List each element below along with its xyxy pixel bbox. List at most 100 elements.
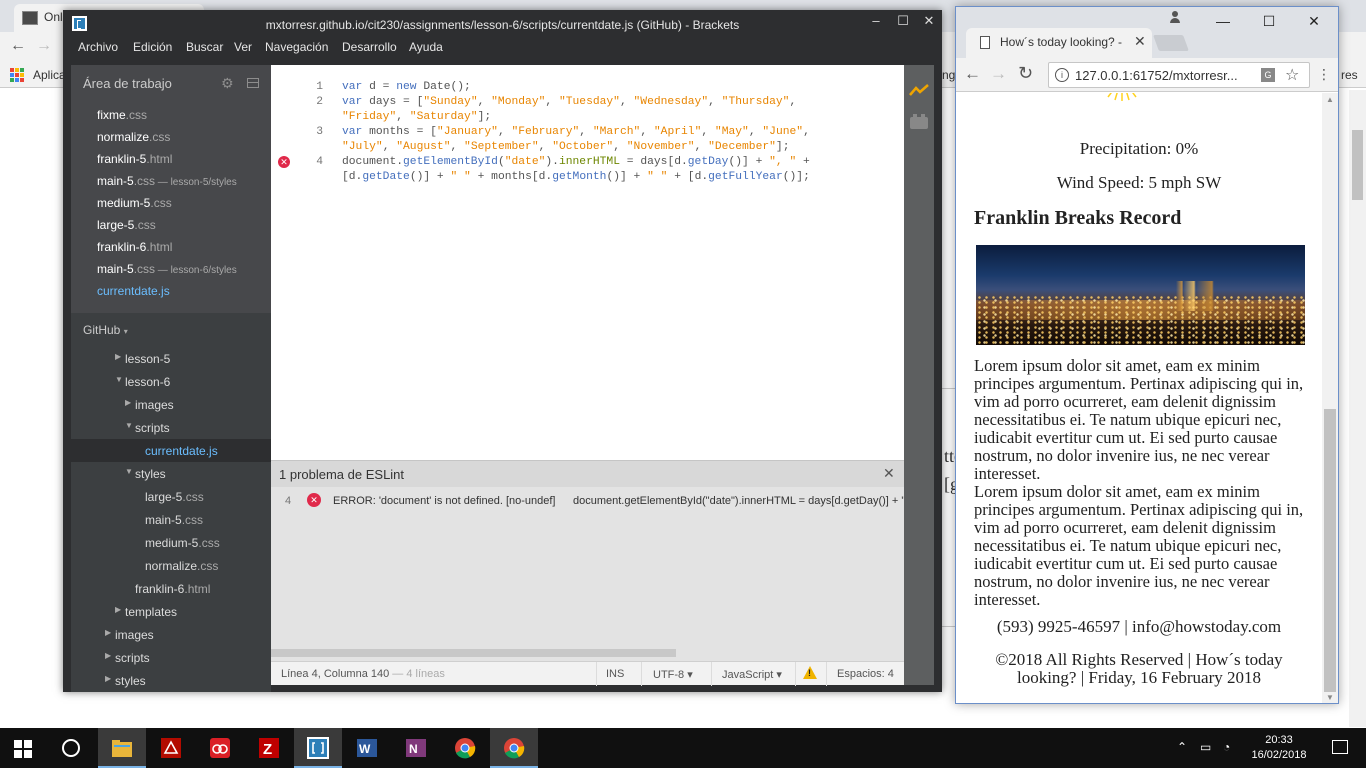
bookmark-fragment[interactable]: ng	[942, 68, 955, 82]
reload-icon[interactable]: ↻	[1018, 63, 1033, 84]
vertical-scrollbar[interactable]: ▲ ▼	[1322, 93, 1338, 703]
code-line[interactable]: 4 document.getElementById("date").innerHT…	[271, 156, 904, 171]
chrome-menu-icon[interactable]: ⋮	[1317, 66, 1331, 83]
maximize-button[interactable]: ☐	[1254, 13, 1284, 30]
scroll-down-icon[interactable]: ▼	[1326, 693, 1334, 702]
bookmark-star-icon[interactable]: ☆	[1285, 65, 1299, 85]
live-preview-icon[interactable]	[909, 83, 929, 97]
tree-file[interactable]: franklin-6.html	[71, 577, 271, 600]
tree-folder[interactable]: ▼ styles	[71, 462, 271, 485]
code-editor[interactable]: ✕ 1 var d = new Date(); 2 var days = ["Sund…	[271, 65, 904, 460]
taskbar-filezilla[interactable]: Z	[245, 728, 293, 768]
menu-buscar[interactable]: Buscar	[186, 40, 223, 54]
cortana-icon[interactable]	[62, 739, 80, 757]
close-button[interactable]: ✕	[1299, 13, 1329, 30]
menu-navegacion[interactable]: Navegación	[265, 40, 328, 54]
working-set-file[interactable]: franklin-5.html	[71, 147, 271, 169]
scroll-up-icon[interactable]: ▲	[1326, 95, 1334, 104]
title-bar[interactable]: mxtorresr.github.io/cit230/assignments/l…	[63, 10, 942, 38]
info-icon[interactable]: i	[1055, 68, 1069, 82]
menu-ver[interactable]: Ver	[234, 40, 252, 54]
chevron-up-icon[interactable]: ⌃	[1177, 740, 1187, 754]
minimize-button[interactable]: —	[1208, 13, 1238, 29]
tree-file[interactable]: normalize.css	[71, 554, 271, 577]
menu-archivo[interactable]: Archivo	[78, 40, 118, 54]
tree-folder[interactable]: ▶ templates	[71, 600, 271, 623]
extension-manager-icon[interactable]	[910, 114, 928, 129]
tree-file[interactable]: main-5.css	[71, 508, 271, 531]
profile-icon[interactable]	[1168, 10, 1182, 24]
working-set-file[interactable]: franklin-6.html	[71, 235, 271, 257]
tree-file[interactable]: currentdate.js	[71, 439, 271, 462]
working-set-file[interactable]: fixme.css	[71, 103, 271, 125]
tree-folder[interactable]: ▶ scripts	[71, 646, 271, 669]
taskbar-chrome-2[interactable]	[490, 728, 538, 768]
notification-icon[interactable]	[1332, 740, 1348, 754]
indent-spaces[interactable]: Espacios: 4	[837, 668, 894, 680]
scrollbar-thumb[interactable]	[1324, 409, 1336, 692]
bookmark-fragment[interactable]: res	[1341, 68, 1358, 82]
battery-icon[interactable]: ▭	[1200, 740, 1211, 754]
apps-bookmark-label[interactable]: Aplica	[33, 68, 66, 82]
code-line[interactable]: 2 var days = ["Sunday", "Monday", "Tuesda…	[271, 96, 904, 111]
background-scrollbar[interactable]	[1349, 90, 1366, 727]
tree-folder[interactable]: ▼ lesson-6	[71, 370, 271, 393]
code-line[interactable]: 1 var d = new Date();	[271, 81, 904, 96]
taskbar-chrome[interactable]	[441, 728, 489, 768]
close-button[interactable]: ✕	[917, 13, 941, 33]
menu-desarrollo[interactable]: Desarrollo	[342, 40, 397, 54]
minimize-button[interactable]: –	[864, 13, 888, 33]
new-tab-button[interactable]	[1153, 35, 1189, 51]
overwrite-mode-toggle[interactable]: INS	[606, 668, 624, 680]
back-arrow-icon[interactable]: ←	[10, 37, 26, 55]
code-line[interactable]: "Friday", "Saturday"];	[271, 111, 904, 126]
translate-icon[interactable]: G	[1261, 68, 1275, 82]
wifi-icon[interactable]: ◔	[1223, 740, 1230, 754]
split-view-icon[interactable]	[247, 78, 259, 88]
gear-icon[interactable]: ⚙	[221, 75, 234, 92]
encoding-select[interactable]: UTF-8 ▾	[653, 668, 693, 681]
working-set-file[interactable]: large-5.css	[71, 213, 271, 235]
tree-file[interactable]: medium-5.css	[71, 531, 271, 554]
cursor-position[interactable]: Línea 4, Columna 140 — 4 líneas	[281, 668, 445, 680]
menu-ayuda[interactable]: Ayuda	[409, 40, 443, 54]
tree-folder[interactable]: ▶ images	[71, 393, 271, 416]
working-set-file[interactable]: main-5.css — lesson-6/styles	[71, 257, 271, 279]
windows-start-icon[interactable]	[14, 740, 32, 758]
warning-icon[interactable]	[803, 666, 817, 679]
horizontal-scrollbar[interactable]	[271, 649, 676, 657]
tree-folder[interactable]: ▶ styles	[71, 669, 271, 692]
chevron-down-icon[interactable]: ▼	[115, 375, 123, 384]
taskbar-acrobat[interactable]	[147, 728, 195, 768]
maximize-button[interactable]: ☐	[891, 13, 915, 33]
forward-arrow-icon[interactable]: →	[990, 64, 1007, 84]
chevron-right-icon[interactable]: ▶	[105, 651, 111, 660]
chevron-right-icon[interactable]: ▶	[105, 674, 111, 683]
chevron-right-icon[interactable]: ▶	[105, 628, 111, 637]
address-bar[interactable]: i 127.0.0.1:61752/mxtorresr... G ☆	[1048, 62, 1310, 88]
apps-grid-icon[interactable]	[10, 68, 24, 82]
chevron-down-icon[interactable]: ▼	[125, 421, 133, 430]
tree-folder[interactable]: ▶ images	[71, 623, 271, 646]
tree-folder[interactable]: ▼ scripts	[71, 416, 271, 439]
code-line[interactable]: 3 var months = ["January", "February", "M…	[271, 126, 904, 141]
working-set-file[interactable]: currentdate.js	[71, 279, 271, 301]
taskbar-creative-cloud[interactable]	[196, 728, 244, 768]
scrollbar-thumb[interactable]	[1352, 130, 1363, 200]
menu-edicion[interactable]: Edición	[133, 40, 172, 54]
chevron-right-icon[interactable]: ▶	[125, 398, 131, 407]
chevron-right-icon[interactable]: ▶	[115, 352, 121, 361]
close-icon[interactable]: ✕	[883, 465, 895, 482]
taskbar-onenote[interactable]: N	[392, 728, 440, 768]
back-arrow-icon[interactable]: ←	[964, 64, 981, 84]
chevron-right-icon[interactable]: ▶	[115, 605, 121, 614]
forward-arrow-icon[interactable]: →	[36, 37, 52, 55]
language-select[interactable]: JavaScript ▾	[722, 668, 782, 681]
project-dropdown[interactable]: GitHub ▾	[83, 323, 128, 337]
taskbar-file-explorer[interactable]	[98, 728, 146, 768]
chevron-down-icon[interactable]: ▼	[125, 467, 133, 476]
working-set-file[interactable]: main-5.css — lesson-5/styles	[71, 169, 271, 191]
browser-tab[interactable]: How´s today looking? - ✕	[966, 28, 1152, 58]
taskbar-brackets[interactable]	[294, 728, 342, 768]
tree-folder[interactable]: ▶ lesson-5	[71, 347, 271, 370]
